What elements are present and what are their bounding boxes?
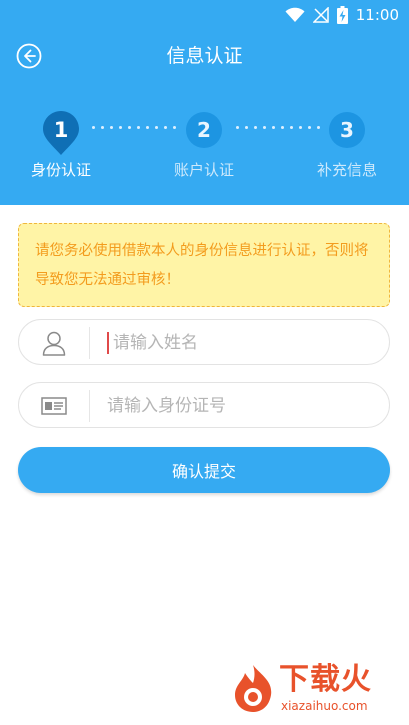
step-3-number: 3 [340, 118, 354, 142]
field-divider [89, 327, 90, 359]
step-connector-2 [236, 126, 320, 132]
signal-off-icon [312, 7, 329, 23]
step-2-label: 账户认证 [173, 161, 234, 179]
title-bar: 信息认证 [0, 30, 409, 82]
step-connector-1 [92, 126, 176, 132]
flame-logo [235, 665, 272, 712]
name-field[interactable] [18, 319, 390, 365]
watermark: 下载火 xiazaihuo.com [231, 661, 401, 719]
watermark-text: 下载火 [279, 662, 372, 697]
warning-notice: 请您务必使用借款本人的身份信息进行认证，否则将导致您无法通过审核！ [18, 223, 390, 307]
watermark-url: xiazaihuo.com [281, 699, 368, 713]
id-number-field[interactable] [18, 382, 390, 428]
id-number-input[interactable] [107, 391, 377, 421]
step-2-number: 2 [197, 118, 211, 142]
text-cursor [107, 332, 109, 354]
header-background: 11:00 信息认证 1 2 3 身份认证 账户认证 补充信息 [0, 0, 409, 205]
id-card-icon [41, 397, 67, 415]
step-3-circle: 3 [329, 112, 365, 148]
step-2-circle: 2 [186, 112, 222, 148]
step-1-number: 1 [53, 118, 69, 142]
submit-button[interactable]: 确认提交 [18, 447, 390, 493]
page-title: 信息认证 [166, 45, 243, 67]
wifi-icon [285, 7, 305, 22]
status-bar: 11:00 [0, 0, 409, 30]
step-3-label: 补充信息 [316, 161, 377, 179]
step-progress: 1 2 3 身份认证 账户认证 补充信息 [0, 108, 409, 198]
status-time: 11:00 [355, 6, 399, 24]
battery-charging-icon [336, 6, 348, 24]
step-1-label: 身份认证 [30, 161, 91, 179]
status-icons: 11:00 [285, 5, 399, 25]
name-input[interactable] [113, 328, 383, 358]
field-divider [89, 390, 90, 422]
user-icon [42, 331, 66, 356]
